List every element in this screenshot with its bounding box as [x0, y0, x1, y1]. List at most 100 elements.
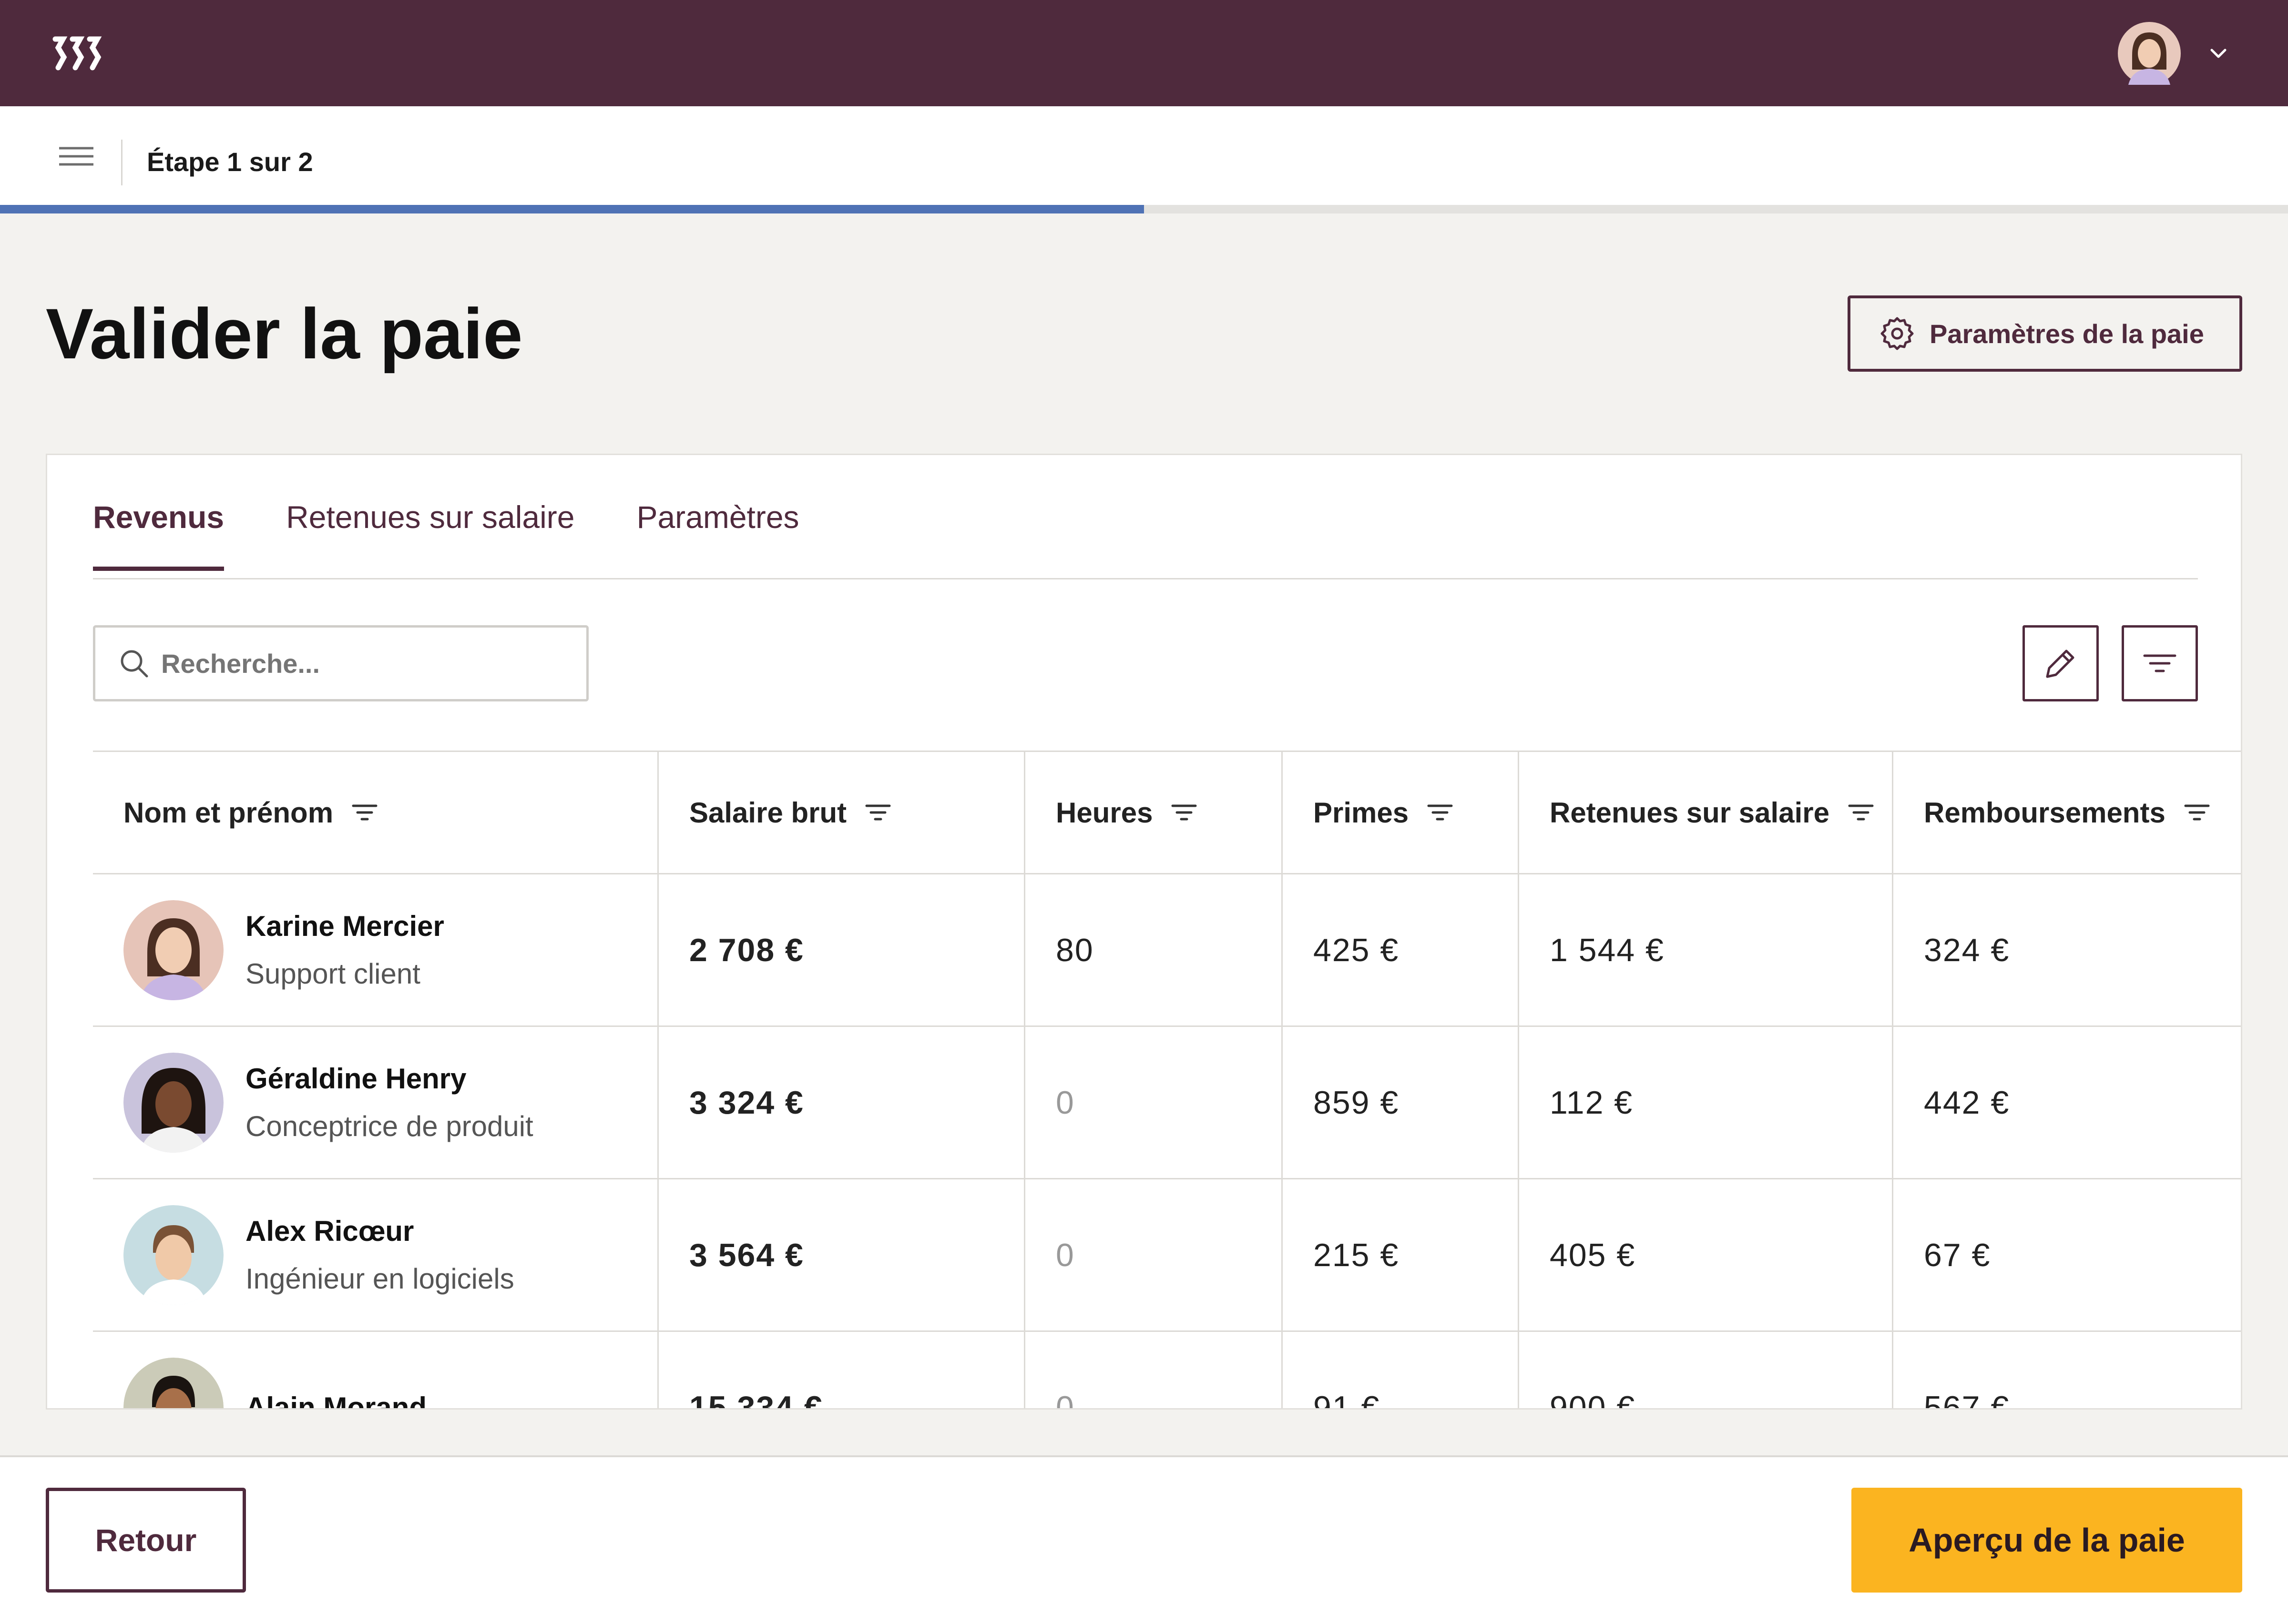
column-header-deductions: Retenues sur salaire [1519, 752, 1893, 873]
employee-avatar [123, 900, 224, 1000]
salary-cell: 3 564 € [659, 1179, 1025, 1330]
search-input[interactable] [161, 648, 571, 679]
hours-cell: 0 [1025, 1332, 1283, 1410]
brand-logo-icon[interactable] [51, 34, 104, 72]
column-label: Heures [1056, 796, 1153, 829]
reimbursements-value: 567 € [1924, 1389, 2010, 1410]
step-indicator: Étape 1 sur 2 [147, 147, 313, 177]
filter-icon[interactable] [1847, 798, 1875, 827]
hamburger-menu-icon[interactable] [48, 137, 105, 175]
reimbursements-value: 67 € [1924, 1237, 1991, 1273]
payroll-table: Nom et prénom Salaire brut Heures Primes… [93, 751, 2241, 1410]
table-row[interactable]: Alex Ricœur Ingénieur en logiciels 3 564… [93, 1179, 2241, 1332]
search-icon [121, 650, 148, 678]
progress-bar-fill [0, 205, 1144, 213]
hours-value: 0 [1056, 1389, 1075, 1410]
bonus-cell: 425 € [1283, 874, 1519, 1025]
progress-bar [0, 205, 2288, 213]
salary-cell: 2 708 € [659, 874, 1025, 1025]
deductions-cell: 112 € [1519, 1027, 1893, 1178]
step-header: Étape 1 sur 2 [0, 106, 2288, 205]
back-button[interactable]: Retour [46, 1488, 246, 1593]
search-box[interactable] [93, 625, 589, 701]
employee-avatar [123, 1357, 224, 1408]
column-header-reimbursements: Remboursements [1893, 752, 2241, 873]
preview-payroll-button[interactable]: Aperçu de la paie [1851, 1488, 2242, 1593]
tab-retenues-sur-salaire[interactable]: Retenues sur salaire [286, 493, 574, 558]
filter-icon[interactable] [1426, 798, 1454, 827]
chevron-down-icon[interactable] [2208, 43, 2229, 64]
table-header: Nom et prénom Salaire brut Heures Primes… [93, 751, 2241, 874]
table-row[interactable]: Géraldine Henry Conceptrice de produit 3… [93, 1027, 2241, 1179]
column-header-name: Nom et prénom [93, 752, 659, 873]
column-label: Primes [1313, 796, 1409, 829]
salary-cell: 15 334 € [659, 1332, 1025, 1410]
tab-parametres[interactable]: Paramètres [636, 493, 799, 558]
hours-value: 80 [1056, 932, 1094, 968]
payroll-card: Revenus Retenues sur salaire Paramètres [46, 454, 2242, 1410]
user-avatar[interactable] [2118, 22, 2181, 85]
deductions-cell: 405 € [1519, 1179, 1893, 1330]
reimbursements-cell: 442 € [1893, 1027, 2241, 1178]
employee-name[interactable]: Alex Ricœur [245, 1208, 514, 1255]
column-label: Remboursements [1924, 796, 2165, 829]
employee-avatar [123, 1205, 224, 1305]
deductions-cell: 900 € [1519, 1332, 1893, 1410]
deductions-cell: 1 544 € [1519, 874, 1893, 1025]
column-header-bonus: Primes [1283, 752, 1519, 873]
employee-name[interactable]: Karine Mercier [245, 903, 444, 950]
employee-role: Support client [245, 957, 420, 990]
column-header-hours: Heures [1025, 752, 1283, 873]
column-label: Nom et prénom [123, 796, 334, 829]
hours-cell: 80 [1025, 874, 1283, 1025]
pencil-icon [2046, 650, 2074, 678]
deductions-value: 1 544 € [1550, 932, 1665, 968]
bonus-value: 91 € [1313, 1389, 1380, 1410]
salary-value: 3 324 € [689, 1084, 804, 1121]
bonus-cell: 215 € [1283, 1179, 1519, 1330]
salary-value: 15 334 € [689, 1389, 823, 1410]
employee-role: Ingénieur en logiciels [245, 1262, 514, 1295]
reimbursements-cell: 67 € [1893, 1179, 2241, 1330]
table-row[interactable]: Alain Morand 15 334 € 0 91 € 900 € 567 € [93, 1332, 2241, 1410]
page-title: Valider la paie [46, 294, 523, 374]
column-label: Salaire brut [689, 796, 847, 829]
bonus-value: 215 € [1313, 1237, 1399, 1273]
salary-value: 2 708 € [689, 932, 804, 968]
hours-value: 0 [1056, 1084, 1075, 1121]
filter-icon[interactable] [864, 798, 892, 827]
filter-icon[interactable] [350, 798, 379, 827]
employee-name[interactable]: Géraldine Henry [245, 1055, 533, 1103]
divider [121, 140, 123, 185]
payroll-settings-label: Paramètres de la paie [1930, 318, 2204, 349]
salary-cell: 3 324 € [659, 1027, 1025, 1178]
deductions-value: 900 € [1550, 1389, 1636, 1410]
deductions-value: 405 € [1550, 1237, 1636, 1273]
tab-revenus[interactable]: Revenus [93, 493, 225, 571]
employee-avatar [123, 1052, 224, 1153]
bonus-value: 859 € [1313, 1084, 1399, 1121]
column-label: Retenues sur salaire [1550, 796, 1829, 829]
top-bar [0, 0, 2288, 106]
employee-name[interactable]: Alain Morand [245, 1384, 427, 1409]
edit-button[interactable] [2022, 625, 2099, 701]
reimbursements-cell: 324 € [1893, 874, 2241, 1025]
filter-button[interactable] [2122, 625, 2198, 701]
deductions-value: 112 € [1550, 1084, 1634, 1121]
footer-bar: Retour Aperçu de la paie [0, 1455, 2288, 1624]
employee-cell: Géraldine Henry Conceptrice de produit [93, 1027, 659, 1178]
table-row[interactable]: Karine Mercier Support client 2 708 € 80… [93, 874, 2241, 1027]
employee-cell: Karine Mercier Support client [93, 874, 659, 1025]
payroll-settings-button[interactable]: Paramètres de la paie [1848, 295, 2242, 372]
bonus-cell: 91 € [1283, 1332, 1519, 1410]
hours-value: 0 [1056, 1237, 1075, 1273]
column-header-salary: Salaire brut [659, 752, 1025, 873]
reimbursements-value: 442 € [1924, 1084, 2010, 1121]
bonus-value: 425 € [1313, 932, 1399, 968]
filter-icon[interactable] [1170, 798, 1198, 827]
tabs-divider [93, 578, 2198, 579]
bonus-cell: 859 € [1283, 1027, 1519, 1178]
filter-icon[interactable] [2183, 798, 2211, 827]
employee-role: Conceptrice de produit [245, 1110, 533, 1142]
hours-cell: 0 [1025, 1027, 1283, 1178]
